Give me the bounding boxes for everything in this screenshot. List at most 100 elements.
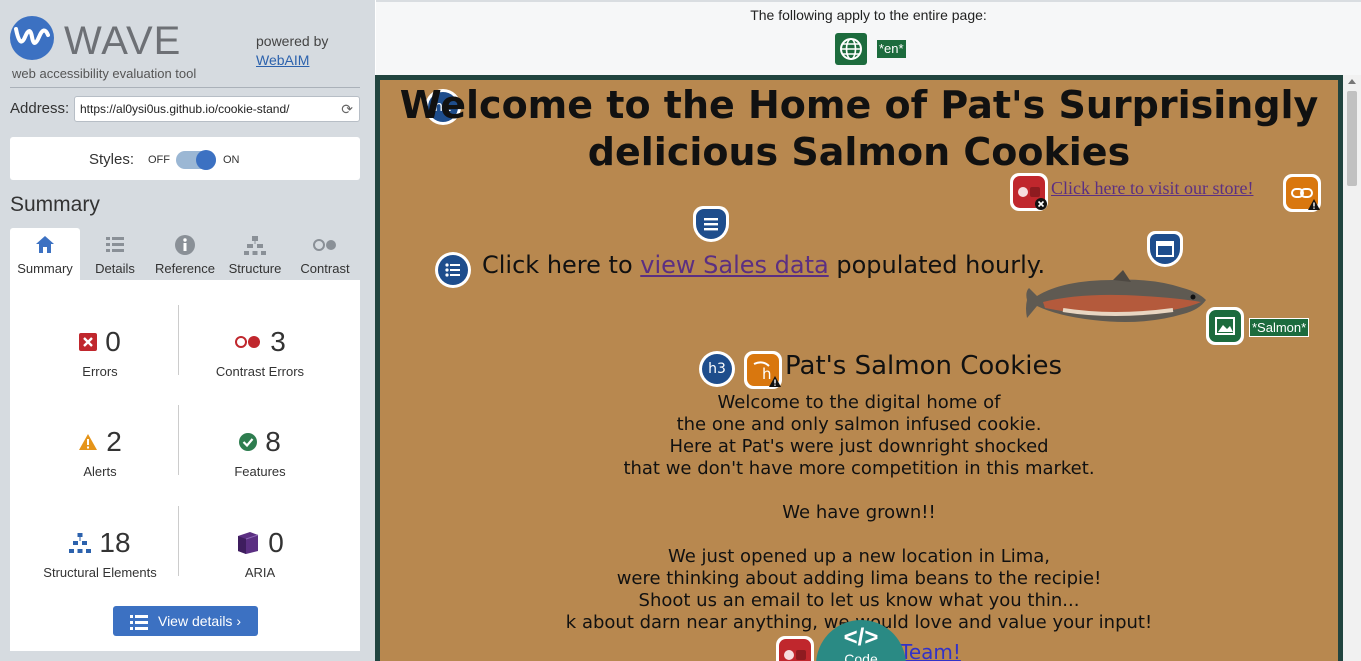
tab-bar: Summary Details Reference Structure Cont… [10, 228, 360, 280]
refresh-icon[interactable]: ⟳ [341, 101, 353, 118]
tab-contrast[interactable]: Contrast [290, 228, 360, 280]
address-input[interactable]: https://al0ysi0us.github.io/cookie-stand… [80, 102, 289, 116]
tab-label: Contrast [300, 261, 350, 276]
hierarchy-icon [244, 236, 266, 255]
error-icon [79, 333, 98, 351]
link-error-icon[interactable] [776, 636, 814, 661]
styles-on-label: ON [223, 154, 240, 166]
webaim-link[interactable]: WebAIM [256, 51, 328, 70]
text-line: the one and only salmon infused cookie. [676, 414, 1042, 435]
contrast-errors-count: 3 [270, 326, 286, 357]
text-line: were thinking about adding lima beans to… [616, 568, 1102, 589]
team-link[interactable]: Team! [900, 640, 961, 661]
errors-stat[interactable]: 0 Errors [15, 322, 185, 379]
image-alt-feature-icon[interactable] [1206, 307, 1244, 345]
tab-reference[interactable]: Reference [150, 228, 220, 280]
structural-stat[interactable]: 18 Structural Elements [15, 523, 185, 580]
text-line [380, 480, 1338, 502]
globe-icon[interactable] [835, 33, 867, 65]
sales-paragraph: Click here to view Sales data populated … [482, 251, 1045, 279]
page-level-bar: The following apply to the entire page: … [376, 0, 1361, 76]
features-label: Features [234, 464, 286, 479]
features-count: 8 [265, 426, 281, 457]
aria-cube-icon [238, 532, 259, 554]
scroll-thumb[interactable] [1347, 91, 1357, 186]
tab-summary[interactable]: Summary [10, 228, 80, 280]
code-toggle-button[interactable]: </> Code [816, 620, 906, 661]
panel-title: Summary [10, 193, 100, 216]
iframe-structure-icon[interactable] [1147, 231, 1183, 267]
skipped-heading-alert-icon[interactable]: h [744, 351, 782, 389]
list-icon [106, 237, 124, 252]
tab-structure[interactable]: Structure [220, 228, 290, 280]
h3-badge-label: h3 [702, 354, 732, 384]
sales-prefix: Click here to [482, 251, 641, 279]
errors-label: Errors [82, 364, 118, 379]
powered-by: powered by WebAIM [256, 32, 328, 70]
tab-label: Details [95, 261, 135, 276]
page-level-text: The following apply to the entire page: [750, 7, 987, 23]
aria-stat[interactable]: 0 ARIA [175, 523, 345, 580]
divider [10, 87, 360, 88]
page-heading: Welcome to the Home of Pat's Surprisingl… [399, 83, 1319, 174]
text-line: We just opened up a new location in Lima… [667, 546, 1051, 567]
sales-data-link[interactable]: view Sales data [640, 251, 828, 279]
aria-count: 0 [268, 527, 284, 558]
store-link[interactable]: Click here to visit our store! [1051, 178, 1253, 199]
alerts-stat[interactable]: 2 Alerts [15, 422, 185, 479]
wave-sidebar: WAVE web accessibility evaluation tool p… [0, 0, 375, 661]
styles-toggle-card: Styles: OFF ON [10, 137, 360, 180]
text-line: We have grown!! [782, 502, 936, 523]
alerts-count: 2 [106, 426, 122, 457]
wave-brand-name: WAVE [64, 19, 182, 63]
text-line: Shoot us an email to let us know what yo… [638, 590, 1080, 611]
info-icon [175, 235, 195, 255]
view-details-button[interactable]: View details › [113, 606, 258, 636]
alerts-label: Alerts [83, 464, 117, 479]
tab-details[interactable]: Details [80, 228, 150, 280]
salmon-image [1026, 270, 1206, 322]
check-circle-icon [239, 433, 258, 451]
tab-label: Reference [155, 261, 215, 276]
structural-label: Structural Elements [43, 565, 157, 580]
styles-toggle[interactable] [176, 150, 216, 170]
section-heading: Pat's Salmon Cookies [785, 351, 1063, 381]
tab-label: Summary [17, 261, 73, 276]
unordered-list-icon[interactable] [435, 252, 471, 288]
toggle-knob[interactable] [196, 150, 216, 170]
features-stat[interactable]: 8 Features [175, 422, 345, 479]
contrast-errors-label: Contrast Errors [215, 364, 305, 379]
alt-text-tag: *Salmon* [1249, 318, 1310, 337]
wave-tagline: web accessibility evaluation tool [12, 66, 197, 81]
view-details-label: View details › [157, 613, 241, 629]
aria-label: ARIA [244, 565, 276, 580]
link-error-icon[interactable] [1010, 173, 1048, 211]
styles-off-label: OFF [148, 154, 170, 166]
powered-by-text: powered by [256, 33, 329, 49]
contrast-error-icon [235, 336, 261, 348]
list-structure-icon[interactable] [693, 206, 729, 242]
sales-suffix: populated hourly. [828, 251, 1046, 279]
text-line: Here at Pat's were just downright shocke… [669, 436, 1049, 457]
evaluated-page: h1 Welcome to the Home of Pat's Surprisi… [375, 75, 1343, 661]
contrast-errors-stat[interactable]: 3 Contrast Errors [175, 322, 345, 379]
wave-logo-icon [10, 16, 54, 60]
scroll-up-arrow-icon[interactable] [1348, 79, 1356, 84]
list-icon [129, 614, 148, 630]
h3-badge-icon[interactable]: h3 [699, 351, 735, 387]
page-scrollbar[interactable] [1343, 75, 1361, 661]
code-label: Code [844, 651, 878, 661]
home-icon [36, 236, 54, 253]
code-icon: </> [843, 624, 879, 651]
intro-text: Welcome to the digital home of the one a… [380, 392, 1338, 634]
contrast-icon [313, 239, 336, 251]
tab-label: Structure [228, 261, 282, 276]
structural-count: 18 [99, 527, 131, 558]
address-field[interactable]: https://al0ysi0us.github.io/cookie-stand… [74, 96, 360, 122]
redundant-link-alert-icon[interactable] [1283, 174, 1321, 212]
hierarchy-icon [69, 533, 92, 553]
alert-icon [79, 434, 98, 450]
text-line [380, 524, 1338, 546]
text-line: that we don't have more competition in t… [623, 458, 1095, 479]
address-label: Address: [10, 100, 70, 117]
